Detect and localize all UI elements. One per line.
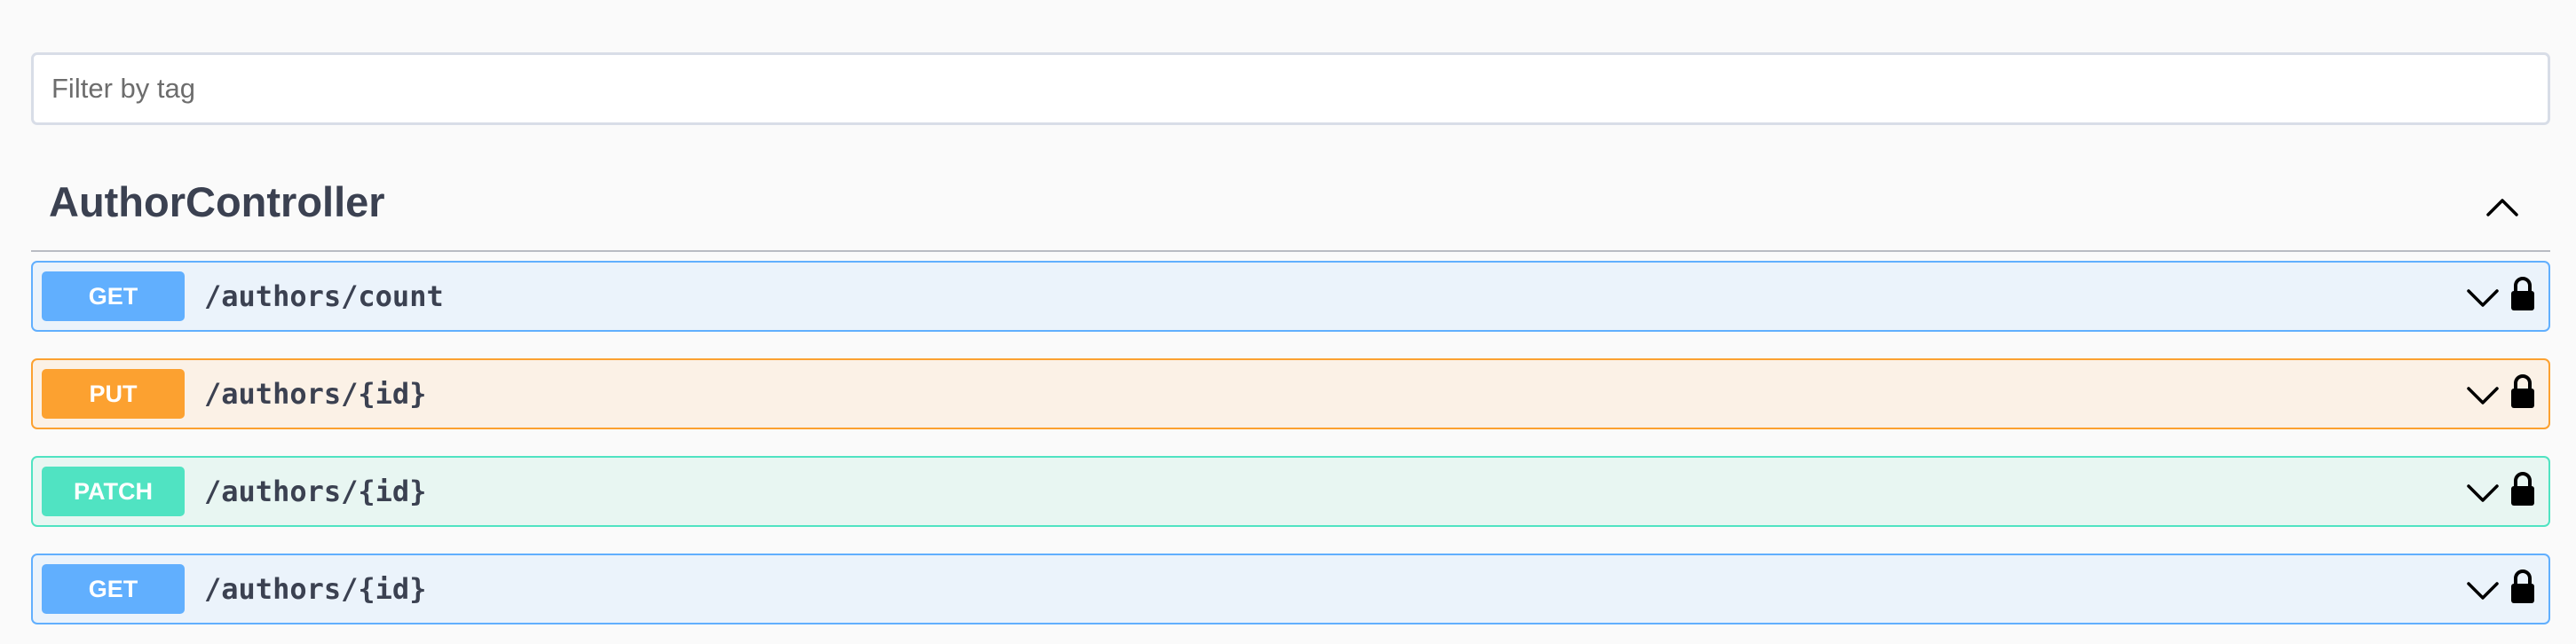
operation-path: /authors/count	[204, 279, 444, 313]
chevron-down-icon[interactable]	[2465, 282, 2501, 314]
operation-patch-authors-id[interactable]: PATCH /authors/{id}	[31, 456, 2550, 527]
operation-get-authors-id[interactable]: GET /authors/{id}	[31, 554, 2550, 624]
chevron-down-icon[interactable]	[2465, 575, 2501, 607]
lock-icon[interactable]	[2509, 275, 2536, 314]
lock-icon[interactable]	[2509, 568, 2536, 607]
chevron-down-icon[interactable]	[2465, 477, 2501, 509]
tag-section-header-authorcontroller[interactable]: AuthorController	[31, 161, 2550, 252]
method-badge: PATCH	[42, 467, 185, 516]
operation-get-authors-count[interactable]: GET /authors/count	[31, 261, 2550, 332]
tag-title: AuthorController	[49, 178, 385, 225]
lock-icon[interactable]	[2509, 373, 2536, 412]
method-badge: GET	[42, 564, 185, 614]
chevron-down-icon[interactable]	[2465, 380, 2501, 412]
filter-container	[31, 52, 2550, 125]
method-badge: PUT	[42, 369, 185, 419]
filter-by-tag-input[interactable]	[34, 55, 2548, 122]
lock-icon[interactable]	[2509, 470, 2536, 509]
operation-put-authors-id[interactable]: PUT /authors/{id}	[31, 358, 2550, 429]
operation-path: /authors/{id}	[204, 572, 427, 606]
operation-path: /authors/{id}	[204, 377, 427, 411]
operation-path: /authors/{id}	[204, 475, 427, 508]
method-badge: GET	[42, 271, 185, 321]
chevron-up-icon[interactable]	[2483, 188, 2522, 224]
